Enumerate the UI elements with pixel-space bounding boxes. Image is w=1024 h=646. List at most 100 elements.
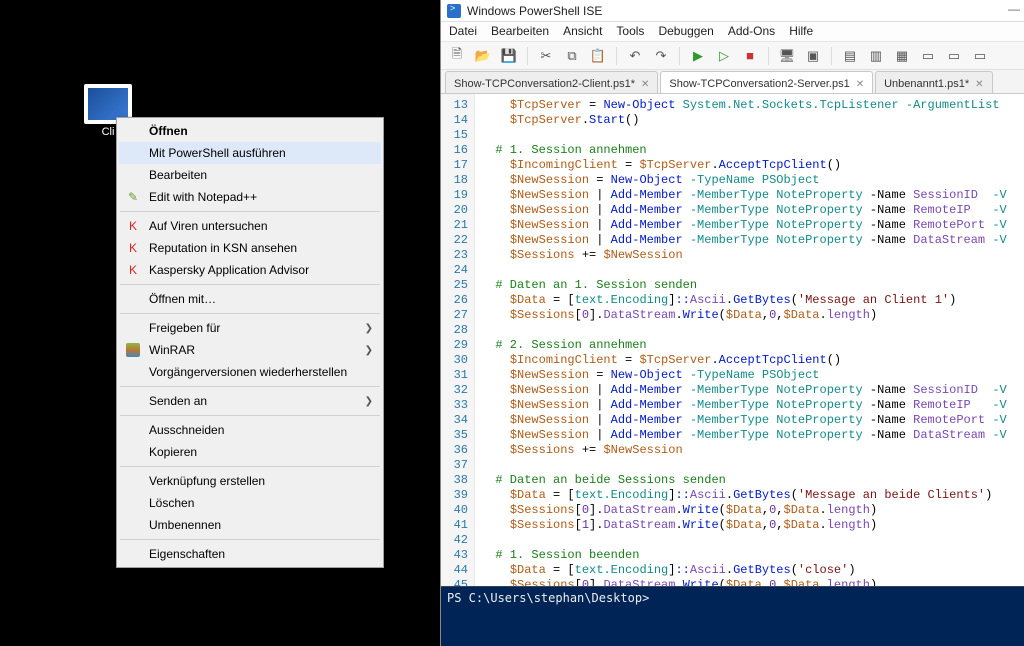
menu-addons[interactable]: Add-Ons	[728, 24, 775, 39]
tab-untitled[interactable]: Unbenannt1.ps1* ✕	[875, 71, 992, 93]
ctx-open-label: Öffnen	[149, 124, 188, 138]
submenu-arrow-icon: ❯	[365, 396, 373, 407]
ctx-separator	[120, 466, 380, 467]
save-button[interactable]: 💾	[499, 46, 519, 66]
open-file-button[interactable]: 📂	[473, 46, 493, 66]
ctx-winrar-label: WinRAR	[149, 343, 195, 357]
menubar: Datei Bearbeiten Ansicht Tools Debuggen …	[441, 22, 1024, 42]
layout-button[interactable]: ▥	[866, 46, 886, 66]
ctx-cut-label: Ausschneiden	[149, 423, 224, 437]
toolbar-separator	[679, 47, 680, 65]
ctx-restore-previous[interactable]: Vorgängerversionen wiederherstellen	[119, 361, 381, 383]
code-editor[interactable]: 13 14 15 16 17 18 19 20 21 22 23 24 25 2…	[441, 94, 1024, 586]
close-tab-icon[interactable]: ✕	[975, 79, 983, 90]
menu-view[interactable]: Ansicht	[563, 24, 602, 39]
layout-button[interactable]: ▦	[892, 46, 912, 66]
submenu-arrow-icon: ❯	[365, 323, 373, 334]
redo-button[interactable]: ↷	[651, 46, 671, 66]
toolbar-separator	[768, 47, 769, 65]
powershell-icon	[447, 4, 461, 18]
copy-button[interactable]: ⧉	[562, 46, 582, 66]
ctx-share[interactable]: Freigeben für ❯	[119, 317, 381, 339]
editor-tabs: Show-TCPConversation2-Client.ps1* ✕ Show-…	[441, 70, 1024, 94]
ctx-separator	[120, 211, 380, 212]
ctx-separator	[120, 313, 380, 314]
cut-button[interactable]: ✂	[536, 46, 556, 66]
console-pane[interactable]: PS C:\Users\stephan\Desktop>	[441, 586, 1024, 642]
tab-client[interactable]: Show-TCPConversation2-Client.ps1* ✕	[445, 71, 658, 93]
ctx-rename[interactable]: Umbenennen	[119, 514, 381, 536]
menu-help[interactable]: Hilfe	[789, 24, 813, 39]
ctx-virus-label: Auf Viren untersuchen	[149, 219, 268, 233]
show-command-button[interactable]: ▭	[970, 46, 990, 66]
ctx-open-with[interactable]: Öffnen mit…	[119, 288, 381, 310]
ctx-ksn-reputation[interactable]: K Reputation in KSN ansehen	[119, 237, 381, 259]
winrar-icon	[125, 342, 141, 358]
line-gutter: 13 14 15 16 17 18 19 20 21 22 23 24 25 2…	[441, 94, 475, 586]
run-button[interactable]: ▶	[688, 46, 708, 66]
new-remote-button[interactable]: 🖥	[777, 46, 797, 66]
new-file-button[interactable]: 🗎	[447, 46, 467, 66]
ctx-run-powershell[interactable]: Mit PowerShell ausführen	[119, 142, 381, 164]
ctx-delete-label: Löschen	[149, 496, 194, 510]
close-tab-icon[interactable]: ✕	[641, 79, 649, 90]
ctx-create-shortcut[interactable]: Verknüpfung erstellen	[119, 470, 381, 492]
tab-label: Unbenannt1.ps1*	[884, 78, 969, 90]
show-command-button[interactable]: ▭	[944, 46, 964, 66]
ctx-separator	[120, 386, 380, 387]
ctx-npp-label: Edit with Notepad++	[149, 190, 257, 204]
ctx-separator	[120, 415, 380, 416]
ctx-ksn-label: Reputation in KSN ansehen	[149, 241, 297, 255]
ctx-open[interactable]: Öffnen	[119, 120, 381, 142]
notepadpp-icon: ✎	[125, 189, 141, 205]
ctx-kav-label: Kaspersky Application Advisor	[149, 263, 309, 277]
ctx-kaspersky-advisor[interactable]: KKaspersky Application Advisor	[119, 259, 381, 281]
powershell-button[interactable]: ▣	[803, 46, 823, 66]
ctx-winrar[interactable]: WinRAR ❯	[119, 339, 381, 361]
tab-label: Show-TCPConversation2-Client.ps1*	[454, 78, 635, 90]
ctx-shortcut-label: Verknüpfung erstellen	[149, 474, 265, 488]
ctx-share-label: Freigeben für	[149, 321, 220, 335]
ctx-run-ps-label: Mit PowerShell ausführen	[149, 146, 286, 160]
ctx-properties-label: Eigenschaften	[149, 547, 225, 561]
window-title: Windows PowerShell ISE	[467, 4, 602, 18]
minimize-button[interactable]: —	[1008, 2, 1020, 16]
ctx-scan-virus[interactable]: KAuf Viren untersuchen	[119, 215, 381, 237]
ctx-properties[interactable]: Eigenschaften	[119, 543, 381, 565]
ctx-separator	[120, 284, 380, 285]
run-selection-button[interactable]: ▷	[714, 46, 734, 66]
menu-debug[interactable]: Debuggen	[658, 24, 713, 39]
close-tab-icon[interactable]: ✕	[856, 79, 864, 90]
ctx-restore-label: Vorgängerversionen wiederherstellen	[149, 365, 347, 379]
ctx-delete[interactable]: Löschen	[119, 492, 381, 514]
status-bar	[441, 642, 1024, 646]
code-area[interactable]: $TcpServer = New-Object System.Net.Socke…	[475, 94, 1024, 586]
titlebar[interactable]: Windows PowerShell ISE —	[441, 0, 1024, 22]
ctx-openwith-label: Öffnen mit…	[149, 292, 216, 306]
ctx-copy[interactable]: Kopieren	[119, 441, 381, 463]
ctx-edit-label: Bearbeiten	[149, 168, 207, 182]
stop-button[interactable]: ■	[740, 46, 760, 66]
menu-tools[interactable]: Tools	[616, 24, 644, 39]
ctx-send-to[interactable]: Senden an❯	[119, 390, 381, 412]
toolbar-separator	[831, 47, 832, 65]
toolbar: 🗎 📂 💾 ✂ ⧉ 📋 ↶ ↷ ▶ ▷ ■ 🖥 ▣ ▤ ▥ ▦ ▭ ▭ ▭	[441, 42, 1024, 70]
submenu-arrow-icon: ❯	[365, 345, 373, 356]
menu-edit[interactable]: Bearbeiten	[491, 24, 549, 39]
show-command-button[interactable]: ▭	[918, 46, 938, 66]
powershell-ise-window: Windows PowerShell ISE — Datei Bearbeite…	[440, 0, 1024, 646]
tab-label: Show-TCPConversation2-Server.ps1	[669, 78, 849, 90]
menu-file[interactable]: Datei	[449, 24, 477, 39]
undo-button[interactable]: ↶	[625, 46, 645, 66]
paste-button[interactable]: 📋	[588, 46, 608, 66]
ctx-edit-notepadpp[interactable]: ✎ Edit with Notepad++	[119, 186, 381, 208]
ctx-edit[interactable]: Bearbeiten	[119, 164, 381, 186]
ctx-separator	[120, 539, 380, 540]
tab-server[interactable]: Show-TCPConversation2-Server.ps1 ✕	[660, 71, 873, 93]
console-prompt: PS C:\Users\stephan\Desktop>	[447, 591, 649, 605]
ctx-cut[interactable]: Ausschneiden	[119, 419, 381, 441]
kaspersky-icon: K	[125, 240, 141, 256]
toolbar-separator	[616, 47, 617, 65]
toolbar-separator	[527, 47, 528, 65]
layout-button[interactable]: ▤	[840, 46, 860, 66]
